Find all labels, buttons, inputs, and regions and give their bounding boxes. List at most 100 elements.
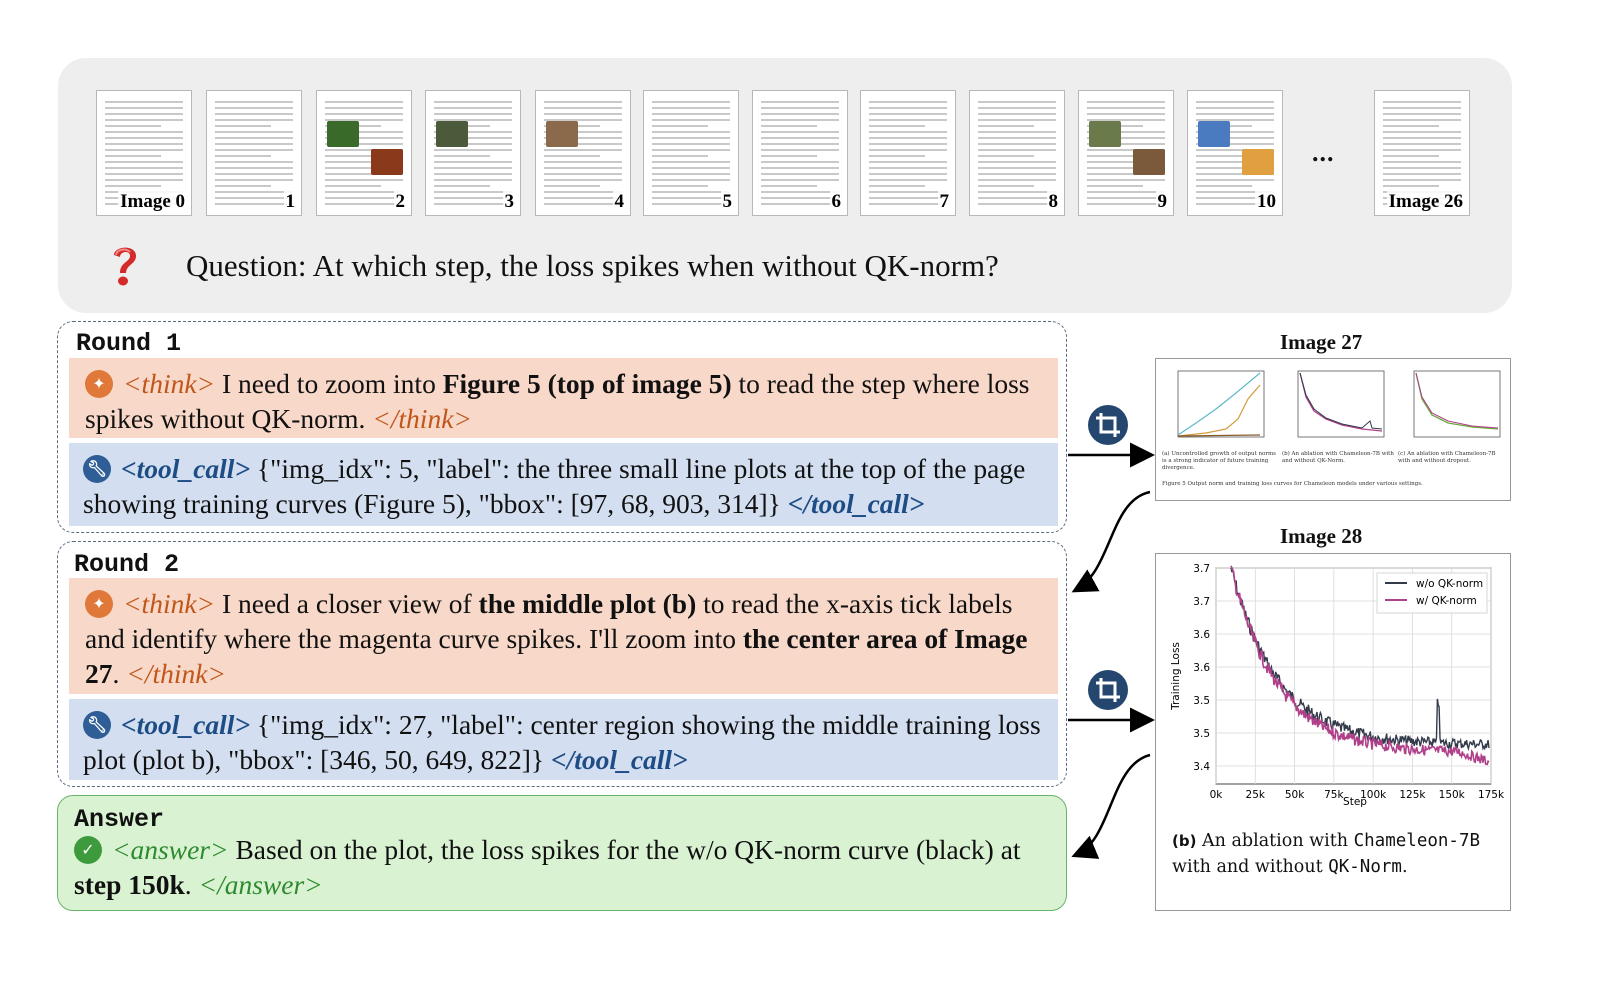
page-thumbnail[interactable]: 10 (1187, 90, 1283, 216)
legend-w-qk-norm: w/ QK-norm (1416, 595, 1477, 607)
text-line (1196, 185, 1252, 187)
text-line (761, 143, 839, 145)
page-thumbnail[interactable]: 6 (752, 90, 848, 216)
page-thumbnail[interactable]: 9 (1078, 90, 1174, 216)
y-tick-label: 3.6 (1193, 629, 1210, 641)
text-line (215, 101, 293, 103)
text-line (1087, 203, 1165, 205)
text-line (761, 191, 839, 193)
text-line (1196, 179, 1274, 181)
caption-method: QK-Norm (1328, 857, 1402, 877)
text-line (544, 101, 622, 103)
text-line (1383, 101, 1461, 103)
question-mark-icon (114, 247, 136, 286)
wrench-icon: 🔧︎ (83, 455, 111, 483)
text-line (325, 107, 403, 109)
tool-close-tag: </tool_call> (550, 744, 688, 775)
text-line (761, 119, 839, 121)
text-line (544, 113, 622, 115)
x-axis-label: Step (1343, 796, 1367, 808)
tool-open-tag: <tool_call> (121, 453, 251, 484)
text-line (652, 107, 730, 109)
text-line (434, 161, 512, 163)
question-text: Question: At which step, the loss spikes… (186, 248, 999, 283)
thumbnail-label: 6 (829, 191, 843, 213)
text-line (869, 113, 947, 115)
text-line (1383, 155, 1439, 157)
plot-a (1177, 370, 1265, 438)
text-line (761, 197, 839, 199)
text-line (978, 203, 1056, 205)
text-line (1087, 191, 1165, 193)
thumbnail-figure (546, 121, 578, 147)
text-line (978, 143, 1056, 145)
page-thumbnail[interactable]: 3 (425, 90, 521, 216)
text-line (215, 119, 293, 121)
thumbnail-figure (371, 149, 403, 175)
text-line (652, 131, 730, 133)
thumbnail-figure (327, 121, 359, 147)
text-line (215, 161, 293, 163)
page-thumbnail[interactable]: 5 (643, 90, 739, 216)
text-line (652, 101, 730, 103)
page-thumbnail[interactable]: 8 (969, 90, 1065, 216)
image-28-caption: (b) An ablation with Chameleon-7B with a… (1172, 828, 1512, 880)
text-line (869, 203, 947, 205)
x-tick-label: 50k (1285, 789, 1305, 801)
text-line (978, 191, 1056, 193)
think-close-tag: </think> (372, 403, 472, 434)
tool-close-tag: </tool_call> (787, 488, 925, 519)
text-line (761, 149, 839, 151)
text-line (869, 191, 947, 193)
text-line (869, 149, 947, 151)
text-line (761, 137, 839, 139)
text-line (215, 113, 293, 115)
text-line (215, 131, 293, 133)
text-line (761, 167, 839, 169)
text-line (761, 185, 817, 187)
text-line (434, 179, 512, 181)
text-line (978, 113, 1056, 115)
thumbnail-label: 9 (1155, 191, 1169, 213)
thumbnail-label: Image 26 (1386, 191, 1465, 213)
page-thumbnail[interactable]: Image 0 (96, 90, 192, 216)
page-thumbnail[interactable]: 2 (316, 90, 412, 216)
text-line (1196, 101, 1274, 103)
text-line (978, 155, 1034, 157)
text-line (652, 185, 708, 187)
caption-text: with and without (1172, 857, 1329, 877)
text-line (869, 131, 947, 133)
text-line (652, 161, 730, 163)
round-1-title: Round 1 (76, 329, 182, 358)
text-line (1383, 131, 1461, 133)
text-line (761, 173, 839, 175)
text-line (1383, 173, 1461, 175)
page-thumbnail[interactable]: 7 (860, 90, 956, 216)
thumbnail-label: Image 0 (118, 191, 187, 213)
text-line (544, 197, 622, 199)
text-line (869, 101, 947, 103)
think-bold-text: Figure 5 (top of image 5) (442, 368, 732, 399)
page-thumbnail[interactable]: Image 26 (1374, 90, 1470, 216)
think-text: . (112, 658, 127, 689)
text-line (1383, 137, 1461, 139)
text-line (434, 113, 512, 115)
text-line (978, 131, 1056, 133)
text-line (215, 179, 293, 181)
text-line (325, 179, 403, 181)
thumbnail-label: 2 (393, 191, 407, 213)
text-line (325, 101, 403, 103)
text-line (434, 191, 512, 193)
thumbnail-label: 8 (1046, 191, 1060, 213)
caption-label: (b) (1172, 832, 1197, 850)
crop-icon (1088, 405, 1128, 445)
text-line (325, 197, 403, 199)
page-thumbnail[interactable]: 1 (206, 90, 302, 216)
answer-text: ✓ <answer> Based on the plot, the loss sp… (74, 832, 1059, 902)
x-tick-label: 125k (1399, 789, 1426, 801)
text-line (761, 161, 839, 163)
page-thumbnail[interactable]: 4 (535, 90, 631, 216)
round-2-tool-call: 🔧︎ <tool_call> {"img_idx": 27, "label": c… (69, 699, 1058, 780)
text-line (544, 161, 622, 163)
text-line (434, 167, 512, 169)
